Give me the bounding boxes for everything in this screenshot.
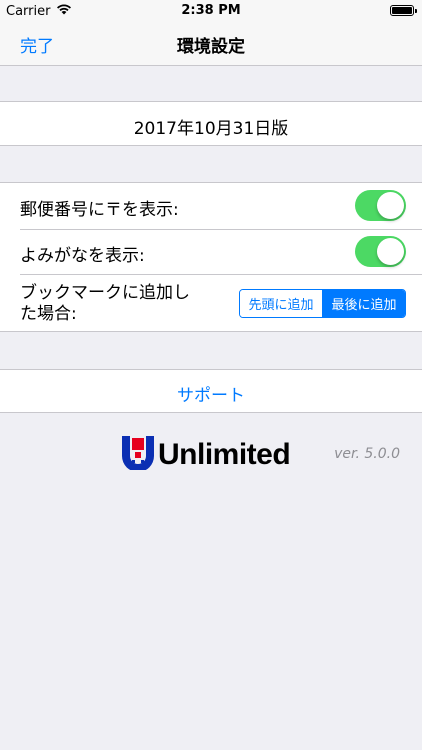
reading-row: よみがなを表示:: [0, 230, 422, 274]
reading-label: よみがなを表示:: [20, 246, 145, 266]
battery-icon: [390, 5, 417, 16]
reading-toggle[interactable]: [355, 236, 406, 267]
version-date-label: 2017年10月31日版: [133, 119, 289, 139]
unlimited-u-icon: [122, 436, 154, 474]
segment-add-last[interactable]: 最後に追加: [322, 290, 405, 317]
toggle-knob: [377, 192, 404, 219]
app-version-label: ver. 5.0.0: [334, 446, 400, 462]
postal-mark-toggle[interactable]: [355, 190, 406, 221]
bookmark-label-line2: た場合:: [20, 304, 77, 324]
unlimited-logo: Unlimited: [122, 436, 291, 474]
support-cell[interactable]: サポート: [0, 369, 422, 413]
status-bar: Carrier 2:38 PM: [0, 0, 422, 22]
version-date-cell: 2017年10月31日版: [0, 101, 422, 146]
bookmark-label: ブックマークに追加し た場合:: [20, 283, 190, 325]
postal-mark-row: 郵便番号に〒を表示:: [0, 183, 422, 229]
postal-mark-label: 郵便番号に〒を表示:: [20, 200, 179, 220]
toggle-knob: [377, 238, 404, 265]
status-time: 2:38 PM: [181, 3, 241, 18]
page-title: 環境設定: [177, 37, 245, 57]
segment-add-first[interactable]: 先頭に追加: [240, 290, 322, 317]
bookmark-label-line1: ブックマークに追加し: [20, 283, 190, 303]
bookmark-position-segmented-control: 先頭に追加 最後に追加: [239, 289, 406, 318]
settings-group: 郵便番号に〒を表示: よみがなを表示: ブックマークに追加し た場合: 先頭に追…: [0, 182, 422, 332]
support-link[interactable]: サポート: [0, 381, 422, 406]
logo-wordmark: Unlimited: [158, 438, 291, 471]
navigation-bar: 完了 環境設定: [0, 22, 422, 66]
